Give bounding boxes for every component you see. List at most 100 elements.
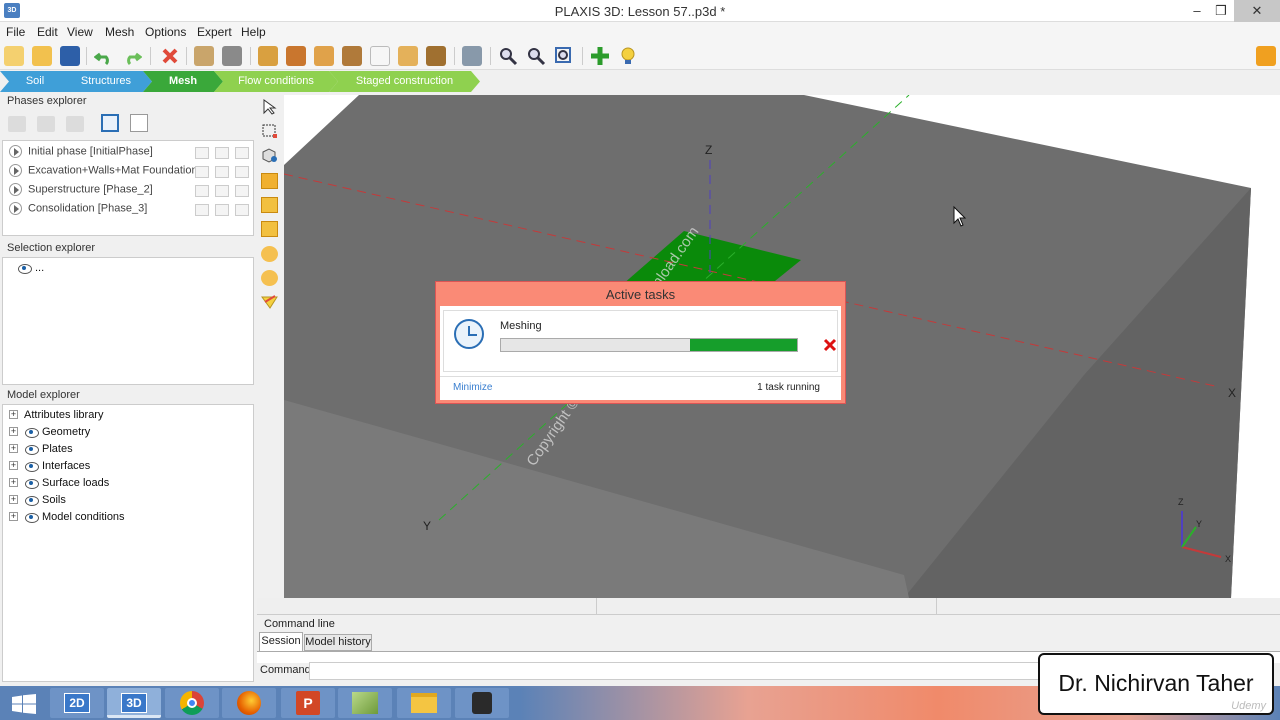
view-box-icon[interactable] xyxy=(370,46,390,66)
expand-icon[interactable]: + xyxy=(9,478,18,487)
check-pencil-icon[interactable] xyxy=(261,294,278,310)
pan-icon[interactable] xyxy=(590,46,610,66)
dialog-title: Active tasks xyxy=(605,287,676,302)
select-rectangle-icon[interactable] xyxy=(261,123,278,139)
plaxis-brand-icon xyxy=(1256,46,1276,66)
zoom-extents-icon[interactable] xyxy=(554,46,574,66)
clock-icon xyxy=(454,319,484,349)
expand-icon[interactable]: + xyxy=(9,427,18,436)
taskbar-plaxis-3d[interactable]: 3D xyxy=(107,688,161,718)
expand-icon[interactable]: + xyxy=(9,512,18,521)
z-axis-label: Z xyxy=(705,143,712,157)
new-project-icon[interactable] xyxy=(4,46,24,66)
phase-row[interactable]: Consolidation [Phase_3] xyxy=(9,202,147,220)
visibility-eye-icon[interactable] xyxy=(17,262,32,274)
taskbar-camera-app[interactable] xyxy=(455,688,509,718)
expand-icon[interactable]: + xyxy=(9,461,18,470)
copy-phase-icon[interactable] xyxy=(130,114,148,132)
taskbar-app-green[interactable] xyxy=(338,688,392,718)
start-button[interactable] xyxy=(12,694,36,714)
plaxis-3d-icon: 3D xyxy=(121,693,147,713)
menu-help[interactable]: Help xyxy=(241,25,266,39)
expand-icon[interactable]: + xyxy=(9,410,18,419)
selection-item[interactable]: ... xyxy=(17,259,44,276)
cancel-task-icon[interactable] xyxy=(823,338,837,352)
expand-icon[interactable]: + xyxy=(9,444,18,453)
phase-row[interactable]: Excavation+Walls+Mat Foundation xyxy=(9,164,198,182)
tree-item-surface-loads[interactable]: + Surface loads xyxy=(9,474,109,491)
phases-list: Initial phase [InitialPhase] Excavation+… xyxy=(2,140,254,236)
expand-icon[interactable]: + xyxy=(9,495,18,504)
report-icon[interactable] xyxy=(194,46,214,66)
visibility-eye-icon[interactable] xyxy=(24,477,39,489)
edit-phase-icon[interactable] xyxy=(101,114,119,132)
command-input[interactable] xyxy=(309,662,1039,680)
tab-soil[interactable]: Soil xyxy=(0,71,70,92)
taskbar-firefox[interactable] xyxy=(222,688,276,718)
tree-item-plates[interactable]: + Plates xyxy=(9,440,73,457)
menu-file[interactable]: File xyxy=(6,25,25,39)
view-mesh-icon[interactable] xyxy=(261,270,278,286)
open-project-icon[interactable] xyxy=(32,46,52,66)
taskbar-chrome[interactable] xyxy=(165,688,219,718)
maximize-window-button[interactable]: ❒ xyxy=(1204,0,1238,22)
tab-mesh[interactable]: Mesh xyxy=(143,71,223,92)
visibility-eye-icon[interactable] xyxy=(24,511,39,523)
menu-view[interactable]: View xyxy=(67,25,93,39)
mesh-refine-icon[interactable] xyxy=(261,197,278,213)
delete-phase-icon[interactable] xyxy=(66,116,84,132)
print-icon[interactable] xyxy=(222,46,242,66)
taskbar-plaxis-2d[interactable]: 2D xyxy=(50,688,104,718)
close-window-button[interactable]: ✕ xyxy=(1234,0,1280,22)
view-home-icon[interactable] xyxy=(398,46,418,66)
tab-staged-construction[interactable]: Staged construction xyxy=(329,71,480,92)
menu-edit[interactable]: Edit xyxy=(37,25,58,39)
tree-item-attributes-library[interactable]: + Attributes library xyxy=(9,406,103,423)
zoom-in-icon[interactable] xyxy=(498,46,518,66)
task-item: Meshing xyxy=(443,310,838,372)
mesh-local-fineness-icon[interactable] xyxy=(261,173,278,189)
minimize-link[interactable]: Minimize xyxy=(453,382,492,393)
tab-session[interactable]: Session xyxy=(259,632,303,651)
visibility-eye-icon[interactable] xyxy=(24,443,39,455)
taskbar-file-explorer[interactable] xyxy=(397,688,451,718)
phase-row[interactable]: Initial phase [InitialPhase] xyxy=(9,145,153,163)
select-arrow-icon[interactable] xyxy=(261,99,278,115)
add-phase-icon[interactable] xyxy=(8,116,26,132)
tree-item-geometry[interactable]: + Geometry xyxy=(9,423,90,440)
main-toolbar xyxy=(0,42,1280,70)
menu-mesh[interactable]: Mesh xyxy=(105,25,134,39)
view-side-icon[interactable] xyxy=(342,46,362,66)
redo-icon[interactable] xyxy=(122,46,143,66)
view-top-icon[interactable] xyxy=(314,46,334,66)
hint-bulb-icon[interactable] xyxy=(618,46,638,66)
visibility-eye-icon[interactable] xyxy=(24,494,39,506)
delete-icon[interactable] xyxy=(160,46,180,66)
view-bottom-icon[interactable] xyxy=(426,46,446,66)
tab-structures[interactable]: Structures xyxy=(60,71,152,92)
phase-row[interactable]: Superstructure [Phase_2] xyxy=(9,183,153,201)
view-front-icon[interactable] xyxy=(286,46,306,66)
save-icon[interactable] xyxy=(60,46,80,66)
menu-options[interactable]: Options xyxy=(145,25,186,39)
view-cube-icon[interactable] xyxy=(261,147,278,163)
undo-icon[interactable] xyxy=(93,46,114,66)
visibility-eye-icon[interactable] xyxy=(24,426,39,438)
camera-icon[interactable] xyxy=(462,46,482,66)
taskbar-powerpoint[interactable]: P xyxy=(281,688,335,718)
command-prompt-label: Command xyxy=(260,664,311,676)
mesh-coarsen-icon[interactable] xyxy=(261,221,278,237)
zoom-out-icon[interactable] xyxy=(526,46,546,66)
tree-item-soils[interactable]: + Soils xyxy=(9,491,66,508)
visibility-eye-icon[interactable] xyxy=(24,460,39,472)
tab-model-history[interactable]: Model history xyxy=(304,634,372,651)
menu-expert[interactable]: Expert xyxy=(197,25,232,39)
tab-flow-conditions[interactable]: Flow conditions xyxy=(214,71,338,92)
tree-item-interfaces[interactable]: + Interfaces xyxy=(9,457,90,474)
view-default-icon[interactable] xyxy=(258,46,278,66)
tree-item-model-conditions[interactable]: + Model conditions xyxy=(9,508,125,525)
camera-app-icon xyxy=(472,692,492,714)
phases-toolbar xyxy=(2,110,254,138)
insert-phase-icon[interactable] xyxy=(37,116,55,132)
generate-mesh-icon[interactable] xyxy=(261,246,278,262)
